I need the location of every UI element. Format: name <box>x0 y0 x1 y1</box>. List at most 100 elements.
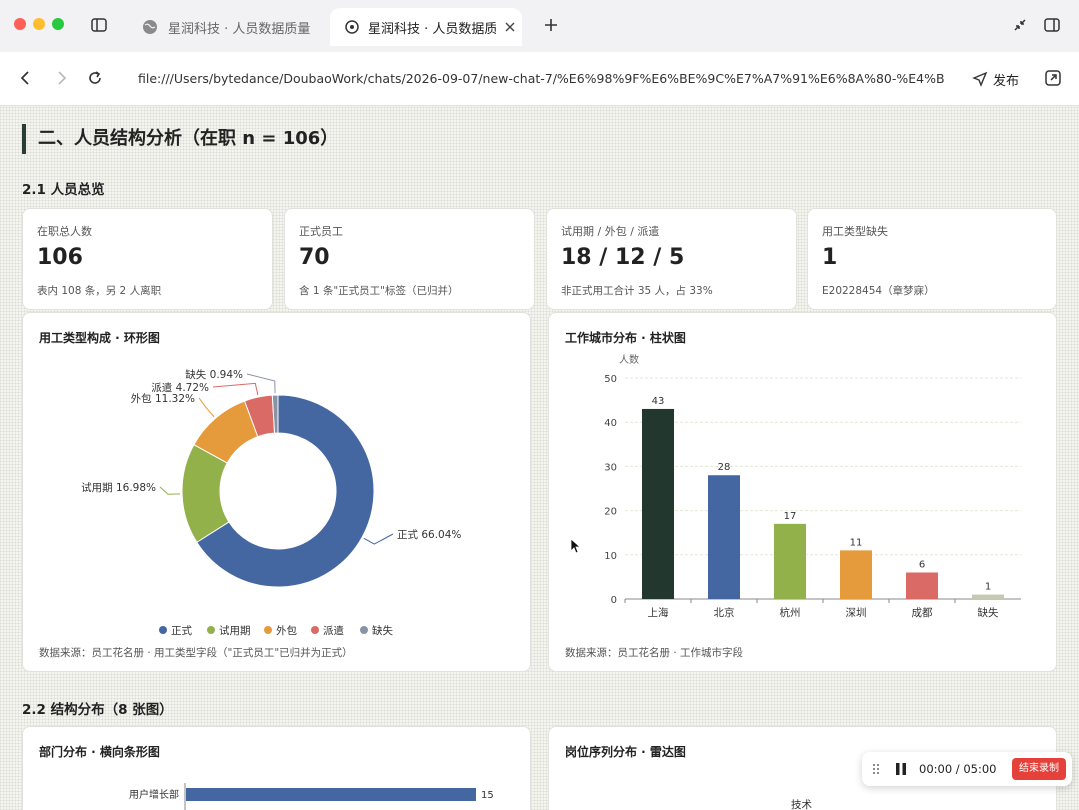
y-tick-label: 40 <box>604 418 617 429</box>
recorder-time: 00:00 / 05:00 <box>919 762 997 776</box>
donut-slice-label: 派遣 4.72% <box>151 381 209 394</box>
radar-indicator-label: 技术 <box>791 799 812 810</box>
chart-title: 岗位序列分布 · 雷达图 <box>565 745 686 759</box>
stat-card-missing: 用工类型缺失 1 E20228454（章梦寐） <box>807 208 1057 310</box>
address-bar: file:///Users/bytedance/DoubaoWork/chats… <box>0 52 1079 106</box>
stat-sub: 非正式用工合计 35 人，占 33% <box>561 285 713 297</box>
donut-leader-line-2 <box>198 397 215 418</box>
pause-icon[interactable] <box>894 762 908 776</box>
share-icon[interactable] <box>1044 69 1062 87</box>
legend-label[interactable]: 试用期 <box>219 625 251 637</box>
legend-label[interactable]: 正式 <box>171 624 192 637</box>
globe-icon <box>143 20 157 34</box>
browser-title-bar: 星润科技 · 人员数据质量 星润科技 · 人员数据质量 <box>0 0 1079 52</box>
donut-chart-card: 用工类型构成 · 环形图 正式 66.04% 试用期 16.98% 外包 11.32… <box>22 312 531 672</box>
dept-value-label: 15 <box>481 790 494 801</box>
donut-slice-label: 试用期 16.98% <box>81 482 156 494</box>
chart-source: 数据来源：员工花名册 · 用工类型字段（"正式员工"已归并为正式） <box>39 647 353 659</box>
stat-value: 70 <box>299 245 330 270</box>
forward-icon[interactable] <box>53 70 69 86</box>
bar-value-label: 6 <box>919 559 925 570</box>
bar-value-label: 17 <box>784 511 797 522</box>
x-tick-label: 北京 <box>714 606 735 619</box>
x-tick-label: 成都 <box>912 607 933 619</box>
stat-card-nonregular: 试用期 / 外包 / 派遣 18 / 12 / 5 非正式用工合计 35 人，占… <box>546 208 797 310</box>
bar-1[interactable] <box>708 475 740 599</box>
page-title: 二、人员结构分析（在职 n = 106） <box>22 124 338 154</box>
bar-chart: 人数 0 10 20 30 40 50 43 上海 28 北京 17 杭州 11 深圳 6 成都 1 缺失 <box>604 353 1021 619</box>
tab-inactive[interactable]: 星润科技 · 人员数据质量 <box>128 12 328 42</box>
stat-card-regular: 正式员工 70 含 1 条"正式员工"标签（已归并） <box>284 208 535 310</box>
stat-value: 18 / 12 / 5 <box>561 245 685 270</box>
bar-value-label: 11 <box>850 537 863 548</box>
bar-value-label: 28 <box>718 462 731 473</box>
y-tick-label: 30 <box>604 462 617 473</box>
bar-4[interactable] <box>906 572 938 599</box>
y-axis-label: 人数 <box>619 353 639 366</box>
bar-chart-card: 工作城市分布 · 柱状图 人数 0 10 20 30 40 50 43 上海 28 北京 17 杭州 11… <box>548 312 1057 672</box>
close-icon[interactable] <box>504 21 516 33</box>
reload-icon[interactable] <box>87 70 103 86</box>
y-tick-label: 0 <box>611 595 617 606</box>
url-input[interactable]: file:///Users/bytedance/DoubaoWork/chats… <box>138 71 944 86</box>
publish-button[interactable]: 发布 <box>972 69 1019 89</box>
dept-bar-chart: 用户增长部 15 <box>129 783 494 810</box>
legend-label[interactable]: 派遣 <box>323 624 344 637</box>
stat-label: 正式员工 <box>299 225 343 238</box>
legend-swatch <box>311 626 319 634</box>
bar-5[interactable] <box>972 594 1004 599</box>
page-content: 二、人员结构分析（在职 n = 106） 2.1 人员总览 在职总人数 106 … <box>0 106 1079 810</box>
stat-label: 在职总人数 <box>37 225 92 238</box>
bar-0[interactable] <box>642 408 674 599</box>
minimize-icon[interactable] <box>1011 16 1029 34</box>
chart-source: 数据来源：员工花名册 · 工作城市字段 <box>565 647 744 659</box>
reload-icon <box>345 20 359 34</box>
mouse-cursor-icon <box>570 538 582 554</box>
donut-chart: 正式 66.04%试用期 16.98%外包 11.32%派遣 4.72%缺失 0… <box>81 368 461 637</box>
section-overview-title: 2.1 人员总览 <box>22 182 105 198</box>
back-icon[interactable] <box>18 70 34 86</box>
donut-slice-label: 缺失 0.94% <box>185 368 243 381</box>
section-structure-title: 2.2 结构分布（8 张图） <box>22 702 173 718</box>
tab-title: 星润科技 · 人员数据质量 <box>368 21 496 37</box>
legend-swatch <box>207 626 215 634</box>
stat-value: 1 <box>822 245 838 270</box>
stat-sub: 表内 108 条，另 2 人离职 <box>37 285 162 297</box>
zoom-window-button[interactable] <box>52 18 64 30</box>
dept-label: 用户增长部 <box>129 788 179 801</box>
screen-recorder-widget: 00:00 / 05:00 结束录制 <box>862 752 1072 786</box>
dept-bar[interactable] <box>186 788 476 801</box>
y-tick-label: 50 <box>604 374 617 385</box>
x-tick-label: 缺失 <box>978 606 999 619</box>
legend-label[interactable]: 缺失 <box>372 624 393 637</box>
legend-label[interactable]: 外包 <box>276 624 297 637</box>
donut-slice-label: 正式 66.04% <box>397 528 461 541</box>
legend-swatch <box>264 626 272 634</box>
donut-leader-line-3 <box>212 382 259 396</box>
stat-sub: E20228454（章梦寐） <box>822 285 935 297</box>
tab-active[interactable]: 星润科技 · 人员数据质量 <box>330 8 522 46</box>
y-tick-label: 20 <box>604 507 617 518</box>
x-tick-label: 深圳 <box>846 607 867 619</box>
bar-2[interactable] <box>774 523 806 599</box>
drag-handle-icon[interactable] <box>872 763 880 775</box>
bar-value-label: 1 <box>985 582 991 593</box>
donut-leader-line-0 <box>363 533 394 545</box>
publish-label: 发布 <box>993 73 1020 89</box>
donut-leader-line-1 <box>159 486 181 495</box>
stat-sub: 含 1 条"正式员工"标签（已归并） <box>299 285 459 297</box>
x-tick-label: 上海 <box>648 606 669 619</box>
minimize-window-button[interactable] <box>33 18 45 30</box>
stat-value: 106 <box>37 245 83 270</box>
bar-3[interactable] <box>840 550 872 599</box>
close-window-button[interactable] <box>14 18 26 30</box>
stat-card-total: 在职总人数 106 表内 108 条，另 2 人离职 <box>22 208 273 310</box>
stat-label: 用工类型缺失 <box>822 225 888 238</box>
y-tick-label: 10 <box>604 551 617 562</box>
plus-icon[interactable] <box>543 17 559 33</box>
split-view-icon[interactable] <box>1043 16 1061 34</box>
legend-swatch <box>360 626 368 634</box>
sidebar-icon[interactable] <box>90 16 108 34</box>
send-icon <box>972 71 988 87</box>
stop-recording-button[interactable]: 结束录制 <box>1012 758 1066 780</box>
